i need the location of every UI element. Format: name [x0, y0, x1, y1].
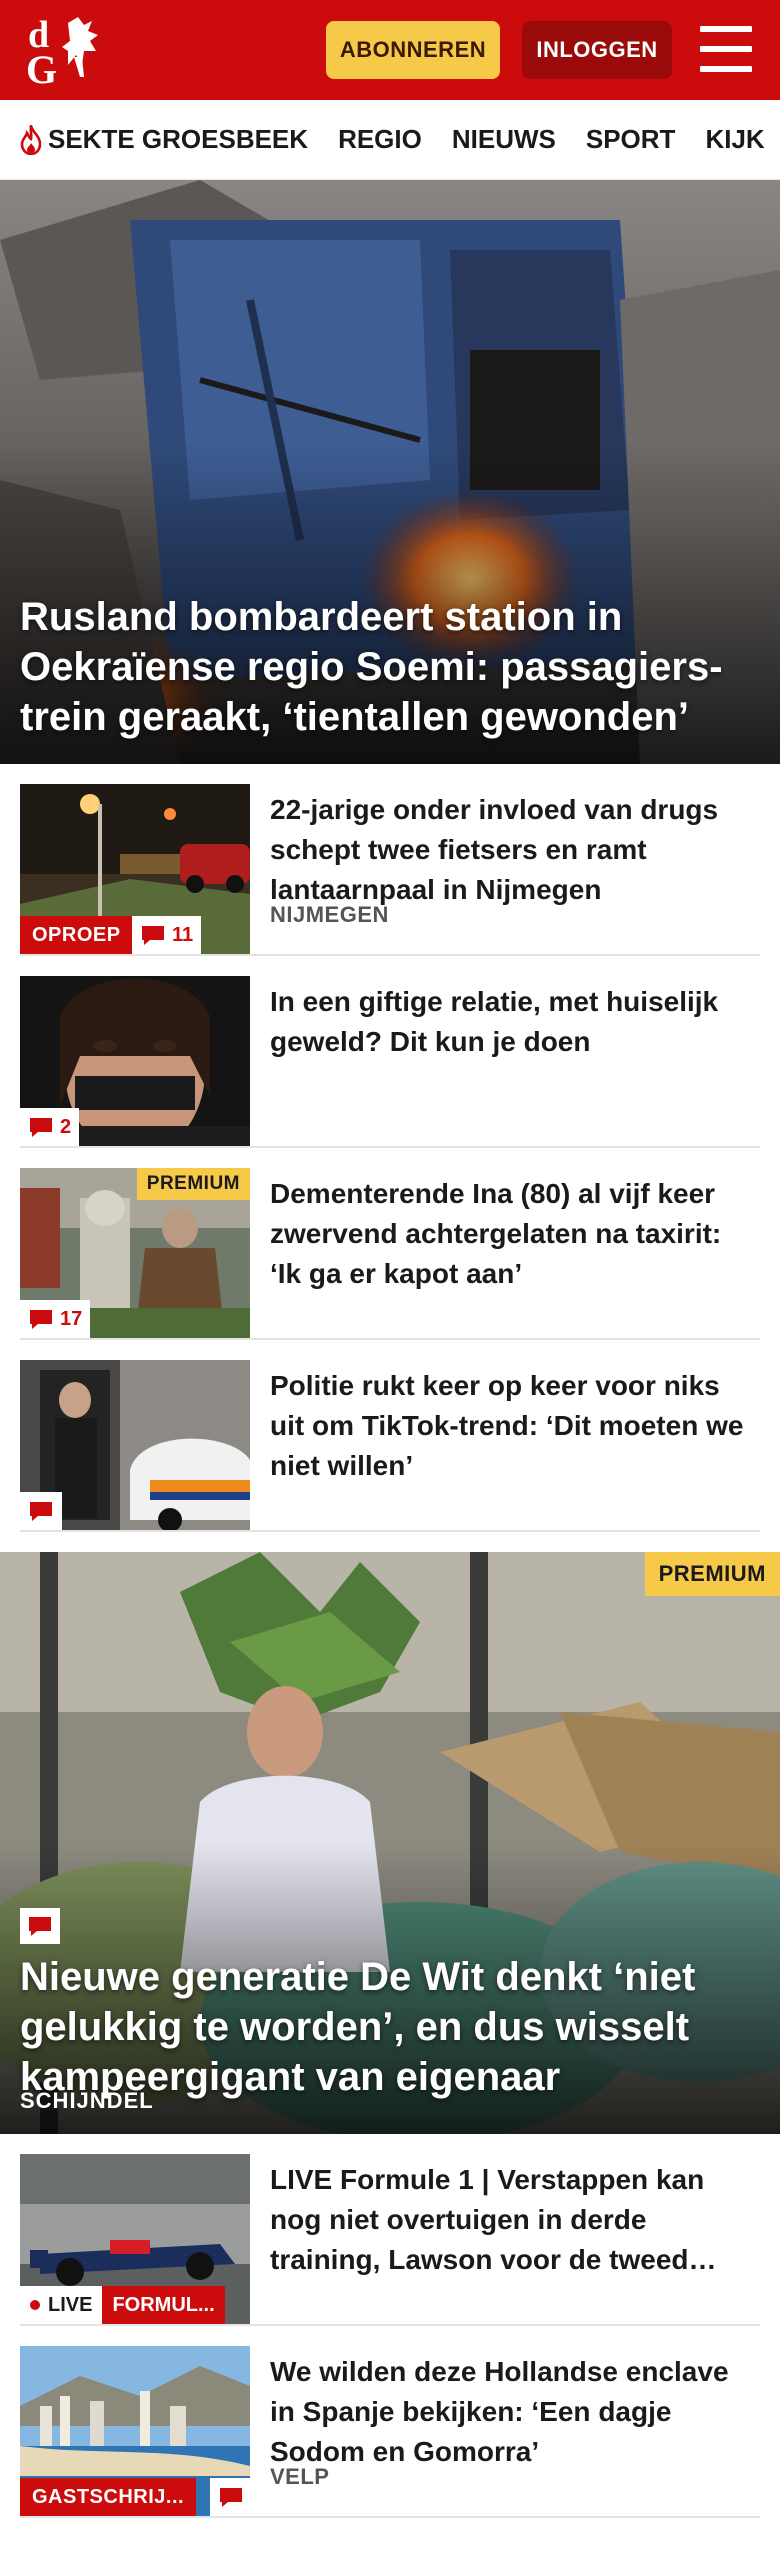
premium-badge: PREMIUM [136, 1168, 250, 1200]
article-location: NIJMEGEN [270, 902, 389, 927]
comment-icon [142, 926, 164, 945]
article-location: VELP [270, 2464, 330, 2489]
flame-icon [20, 124, 42, 155]
nav-item-regio[interactable]: REGIO [338, 124, 422, 155]
comment-count [210, 2478, 250, 2516]
comment-count-value: 17 [60, 1307, 83, 1330]
site-logo[interactable]: d G [24, 10, 120, 90]
subscribe-button[interactable]: ABONNEREN [326, 21, 500, 79]
comment-icon [220, 2488, 242, 2507]
article-thumbnail [20, 1360, 250, 1530]
category-label: GASTSCHRIJ... [20, 2478, 197, 2516]
comment-count: 2 [20, 1108, 80, 1146]
list-item[interactable]: Politie rukt keer op keer voor niks uit … [20, 1340, 760, 1532]
category-label: OPROEP [20, 916, 133, 954]
nav-item-sekte-groesbeek[interactable]: SEKTE GROESBEEK [18, 124, 308, 155]
list-item[interactable]: PREMIUM 17 Dementerende Ina (80) al vijf… [20, 1148, 760, 1340]
comment-icon [30, 1502, 52, 1521]
article-title: 22-jarige onder invloed van drugs schept… [270, 794, 719, 905]
svg-text:G: G [26, 47, 57, 89]
article-title: LIVE Formule 1 | Verstappen kan nog niet… [270, 2164, 717, 2275]
article-thumbnail: OPROEP 11 [20, 784, 250, 954]
list-item[interactable]: LIVE FORMUL... LIVE Formule 1 | Verstapp… [20, 2134, 760, 2326]
feature-title: Nieuwe generatie De Wit denkt ‘niet gelu… [20, 1955, 696, 2099]
article-title: In een giftige relatie, met huiselijk ge… [270, 986, 719, 1057]
live-badge: LIVE FORMUL... [20, 2286, 225, 2324]
list-item[interactable]: GASTSCHRIJ... We wilden deze Hollandse e… [20, 2326, 760, 2518]
comment-count [20, 1908, 60, 1944]
section-nav: SEKTE GROESBEEK REGIO NIEUWS SPORT KIJK … [0, 100, 780, 180]
comment-count: 17 [20, 1300, 91, 1338]
live-label: LIVE [48, 2293, 93, 2316]
live-indicator: LIVE [20, 2286, 103, 2324]
hamburger-icon[interactable] [700, 26, 752, 72]
comment-count-value: 11 [172, 923, 194, 946]
live-dot-icon [30, 2300, 40, 2310]
article-title: Politie rukt keer op keer voor niks uit … [270, 1370, 744, 1481]
nav-item-sport[interactable]: SPORT [586, 124, 676, 155]
article-thumbnail: PREMIUM 17 [20, 1168, 250, 1338]
article-title: We wilden deze Hollandse enclave in Span… [270, 2356, 729, 2467]
article-title: Dementerende Ina (80) al vijf keer zwerv… [270, 1178, 722, 1289]
comment-count-value: 2 [60, 1115, 72, 1138]
comment-icon [29, 1917, 51, 1936]
comment-count: 11 [132, 916, 202, 954]
comment-icon [30, 1118, 52, 1137]
hero-title: Rusland bombardeert station in Oekraïens… [20, 595, 723, 739]
premium-badge: PREMIUM [644, 1552, 780, 1596]
feature-location: SCHIJNDEL [20, 2088, 154, 2113]
feature-article[interactable]: PREMIUM Nieuwe generatie De Wit denkt ‘n… [0, 1552, 780, 2134]
article-thumbnail: 2 [20, 976, 250, 1146]
hero-article[interactable]: Rusland bombardeert station in Oekraïens… [0, 180, 780, 764]
nav-item-kijk[interactable]: KIJK [705, 124, 764, 155]
login-button[interactable]: INLOGGEN [522, 21, 672, 79]
nav-item-nieuws[interactable]: NIEUWS [452, 124, 556, 155]
top-header: d G ABONNEREN INLOGGEN [0, 0, 780, 100]
nav-label: SEKTE GROESBEEK [48, 124, 309, 154]
list-item[interactable]: 2 In een giftige relatie, met huiselijk … [20, 956, 760, 1148]
comment-count [20, 1492, 62, 1530]
article-thumbnail: LIVE FORMUL... [20, 2154, 250, 2324]
category-label: FORMUL... [102, 2286, 225, 2324]
list-item[interactable]: OPROEP 11 22-jarige onder invloed van dr… [20, 764, 760, 956]
comment-icon [30, 1310, 52, 1329]
article-thumbnail: GASTSCHRIJ... [20, 2346, 250, 2516]
